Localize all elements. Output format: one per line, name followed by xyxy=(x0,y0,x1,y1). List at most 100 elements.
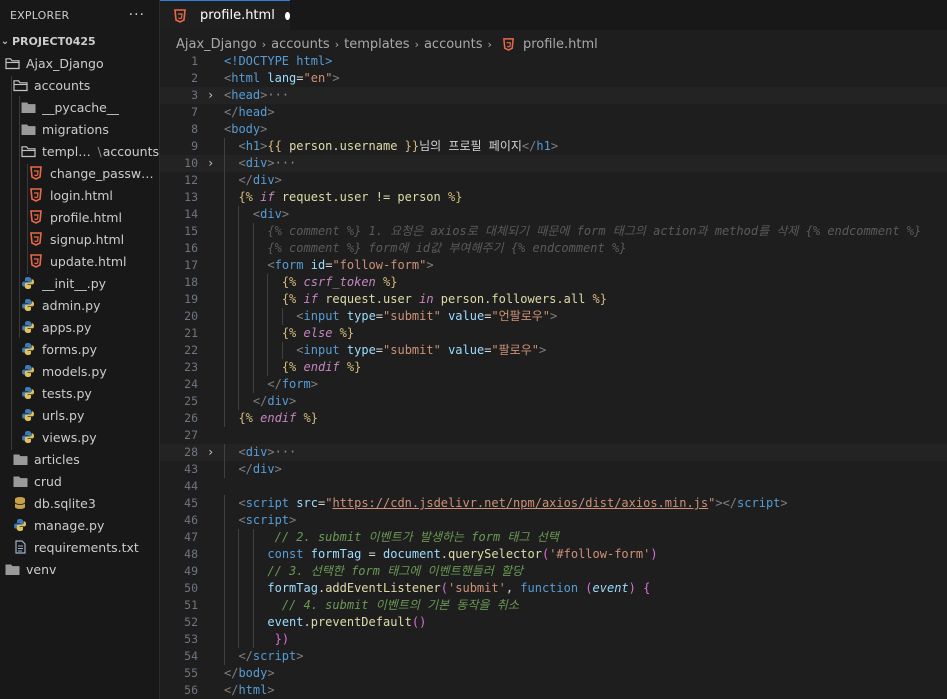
file-item[interactable]: signup.html xyxy=(0,228,159,250)
code-token: < xyxy=(267,258,275,272)
code-line[interactable]: 17 <form id="follow-form"> xyxy=(160,257,947,274)
line-number: 21 xyxy=(184,326,198,340)
code-line[interactable]: 22 <input type="submit" value="팔로우"> xyxy=(160,342,947,359)
code-line[interactable]: 7 </head> xyxy=(160,104,947,121)
code-line[interactable]: 16 {% comment %} form에 id값 부여해주기 {% endco… xyxy=(160,240,947,257)
code-line[interactable]: 52 event.preventDefault() xyxy=(160,614,947,631)
code-line[interactable]: 18 {% csrf_token %} xyxy=(160,274,947,291)
unsaved-dot-icon[interactable] xyxy=(284,11,290,20)
code-line[interactable]: 24 </form> xyxy=(160,376,947,393)
code-line[interactable]: 8 <body> xyxy=(160,121,947,138)
code-token: value xyxy=(448,309,485,323)
code-token: </ xyxy=(238,649,253,663)
folder-item[interactable]: crud xyxy=(0,470,159,492)
file-item[interactable]: requirements.txt xyxy=(0,536,159,558)
code-text: </head> xyxy=(224,104,275,121)
code-token: {% xyxy=(238,411,261,425)
code-line[interactable]: 56 </html> xyxy=(160,682,947,699)
python-file-icon xyxy=(20,319,36,335)
code-line[interactable]: 55 </body> xyxy=(160,665,947,682)
code-line[interactable]: 2 <html lang="en"> xyxy=(160,70,947,87)
code-line[interactable]: 1 <!DOCTYPE html> xyxy=(160,53,947,70)
project-name: PROJECT0425 xyxy=(12,34,96,48)
tab-profile-html[interactable]: profile.html xyxy=(160,0,290,30)
file-item[interactable]: apps.py xyxy=(0,316,159,338)
code-line[interactable]: 3 › <head>··· xyxy=(160,87,947,104)
code-line[interactable]: 21 {% else %} xyxy=(160,325,947,342)
code-line[interactable]: 19 {% if request.user in person.followers… xyxy=(160,291,947,308)
folder-item[interactable]: templates\accounts xyxy=(0,140,159,162)
code-line[interactable]: 46 <script> xyxy=(160,512,947,529)
file-item[interactable]: models.py xyxy=(0,360,159,382)
code-line[interactable]: 48 const formTag = document.querySelector… xyxy=(160,546,947,563)
fold-chevron-icon[interactable]: › xyxy=(207,155,214,172)
file-item[interactable]: __init__.py xyxy=(0,272,159,294)
code-line[interactable]: 20 <input type="submit" value="언팔로우"> xyxy=(160,308,947,325)
code-line[interactable]: 12 </div> xyxy=(160,172,947,189)
tree-item-label: db.sqlite3 xyxy=(34,495,96,511)
code-token: head xyxy=(238,105,268,119)
code-token: < xyxy=(238,139,246,153)
file-item[interactable]: login.html xyxy=(0,184,159,206)
line-number: 22 xyxy=(184,343,198,357)
indent-guide xyxy=(224,410,225,427)
code-line[interactable]: 43 </div> xyxy=(160,461,947,478)
folder-item[interactable]: __pycache__ xyxy=(0,96,159,118)
code-text: <div>··· xyxy=(238,444,296,461)
breadcrumb-item-current[interactable]: profile.html xyxy=(523,37,598,52)
code-line[interactable]: 45 <script src="https://cdn.jsdelivr.net/… xyxy=(160,495,947,512)
breadcrumb-item[interactable]: templates xyxy=(344,37,409,52)
file-item[interactable]: manage.py xyxy=(0,514,159,536)
code-line[interactable]: 9 <h1>{{ person.username }}님의 프로필 페이지</h1… xyxy=(160,138,947,155)
indent-guide xyxy=(224,461,225,478)
code-editor[interactable]: 1 <!DOCTYPE html> 2 <html lang="en"> 3 › <head… xyxy=(160,53,947,699)
code-line[interactable]: 49 // 3. 선택한 form 태그에 이벤트핸들러 할당 xyxy=(160,563,947,580)
code-line[interactable]: 23 {% endif %} xyxy=(160,359,947,376)
project-root[interactable]: ⌄ PROJECT0425 xyxy=(0,30,159,52)
fold-chevron-icon[interactable]: › xyxy=(207,87,214,104)
code-line[interactable]: 51 // 4. submit 이벤트의 기본 동작을 취소 xyxy=(160,597,947,614)
file-item[interactable]: profile.html xyxy=(0,206,159,228)
line-number: 16 xyxy=(184,241,198,255)
code-line[interactable]: 53 }) xyxy=(160,631,947,648)
more-actions-icon[interactable]: ··· xyxy=(129,7,145,23)
file-item[interactable]: admin.py xyxy=(0,294,159,316)
code-token: > xyxy=(289,394,297,408)
breadcrumb-item[interactable]: accounts xyxy=(271,37,330,52)
code-line[interactable]: 10 › <div>··· xyxy=(160,155,947,172)
folder-item[interactable]: migrations xyxy=(0,118,159,140)
code-token: . xyxy=(303,615,311,629)
folder-item[interactable]: accounts xyxy=(0,74,159,96)
breadcrumb-item[interactable]: accounts xyxy=(424,37,483,52)
folder-item[interactable]: articles xyxy=(0,448,159,470)
file-item[interactable]: update.html xyxy=(0,250,159,272)
fold-chevron-icon[interactable]: › xyxy=(207,444,214,461)
folder-item[interactable]: Ajax_Django xyxy=(0,52,159,74)
code-line[interactable]: 44 xyxy=(160,478,947,495)
file-item[interactable]: change_passwor... xyxy=(0,162,159,184)
code-line[interactable]: 27 xyxy=(160,427,947,444)
file-item[interactable]: forms.py xyxy=(0,338,159,360)
indent-guide xyxy=(252,563,254,580)
file-item[interactable]: tests.py xyxy=(0,382,159,404)
code-text: <div>··· xyxy=(238,155,296,172)
code-line[interactable]: 50 formTag.addEventListener('submit', fun… xyxy=(160,580,947,597)
code-line[interactable]: 25 </div> xyxy=(160,393,947,410)
code-token: > xyxy=(289,513,297,527)
code-line[interactable]: 26 {% endif %} xyxy=(160,410,947,427)
file-item[interactable]: urls.py xyxy=(0,404,159,426)
folder-item[interactable]: venv xyxy=(0,558,159,580)
file-item[interactable]: views.py xyxy=(0,426,159,448)
file-item[interactable]: db.sqlite3 xyxy=(0,492,159,514)
html-file-icon xyxy=(172,8,188,24)
breadcrumb-item[interactable]: Ajax_Django xyxy=(176,37,257,52)
code-line[interactable]: 14 <div> xyxy=(160,206,947,223)
code-line[interactable]: 15 {% comment %} 1. 요청은 axios로 대체되기 때문에 f… xyxy=(160,223,947,240)
code-line[interactable]: 47 // 2. submit 이벤트가 발생하는 form 태그 선택 xyxy=(160,529,947,546)
code-line[interactable]: 54 </script> xyxy=(160,648,947,665)
code-line[interactable]: 13 {% if request.user != person %} xyxy=(160,189,947,206)
code-line[interactable]: 28 › <div>··· xyxy=(160,444,947,461)
python-file-icon xyxy=(20,385,36,401)
